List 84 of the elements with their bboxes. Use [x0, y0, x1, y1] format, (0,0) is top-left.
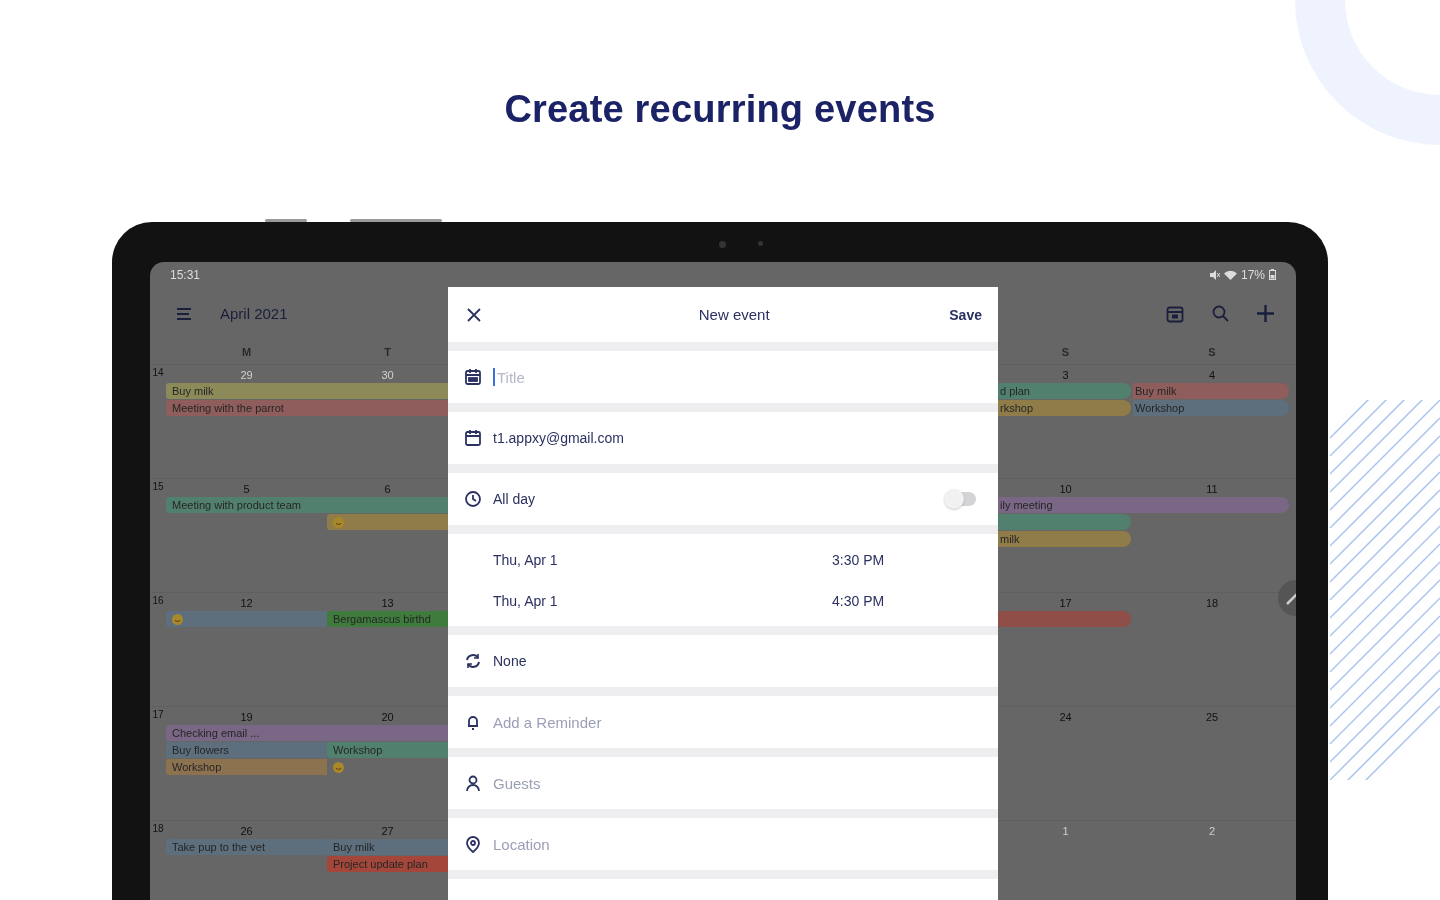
weekday-label: T [383, 346, 392, 358]
day-number: 2 [1207, 824, 1217, 839]
clock-icon [464, 490, 482, 508]
wifi-icon [1223, 269, 1237, 280]
event-bar[interactable] [166, 611, 327, 627]
event-bar[interactable]: Bergamascus birthd [327, 611, 448, 627]
weekday-label: M [240, 346, 253, 358]
battery-level: 17% [1240, 267, 1265, 282]
day-number: 10 [1058, 482, 1073, 497]
calendar-icon [464, 368, 482, 386]
person-icon [464, 774, 482, 792]
repeat-icon [464, 652, 482, 670]
day-number: 17 [1058, 596, 1073, 611]
account-label[interactable]: t1.appxy@gmail.com [493, 430, 624, 446]
event-bar[interactable]: Workshop [327, 742, 448, 758]
status-time: 15:31 [170, 267, 201, 282]
event-bar[interactable]: rkshop [998, 400, 1131, 416]
day-number: 29 [239, 368, 254, 383]
day-number: 19 [239, 710, 254, 725]
event-bar[interactable]: Buy milk [327, 839, 448, 855]
week-number: 17 [151, 709, 165, 722]
mute-icon [1208, 269, 1220, 280]
day-number: 30 [380, 368, 395, 383]
camera-dot [719, 241, 726, 248]
search-icon[interactable] [1212, 305, 1229, 322]
event-bar[interactable]: Buy milk [166, 383, 448, 399]
event-bar[interactable]: ily meeting [998, 497, 1289, 513]
event-bar[interactable]: Meeting with the parrot [166, 400, 448, 416]
start-time[interactable]: 3:30 PM [832, 551, 885, 568]
end-time[interactable]: 4:30 PM [832, 592, 885, 609]
day-number: 6 [383, 482, 392, 497]
event-bar[interactable]: Meeting with product team [166, 497, 448, 513]
day-number: 12 [239, 596, 254, 611]
day-number: 20 [380, 710, 395, 725]
event-bar[interactable]: Buy flowers [166, 742, 327, 758]
menu-icon[interactable] [176, 306, 192, 321]
headline: Create recurring events [504, 88, 936, 132]
event-bar[interactable]: Take pup to the vet [166, 839, 327, 855]
plus-icon[interactable] [1257, 305, 1274, 322]
week-number: 14 [151, 367, 165, 380]
weekday-label: S [1207, 346, 1217, 358]
day-number: 18 [1204, 596, 1220, 611]
week-number: 18 [151, 823, 165, 836]
location-label[interactable]: Location [493, 835, 550, 853]
month-title: April 2021 [220, 305, 288, 322]
event-bar[interactable]: Buy milk [1133, 383, 1289, 399]
day-number: 11 [1205, 482, 1219, 497]
week-number: 15 [151, 481, 165, 494]
smiley-icon [333, 516, 344, 528]
camera-dot [758, 241, 763, 246]
day-number: 25 [1204, 710, 1220, 725]
week-number: 16 [151, 595, 165, 608]
reminder-label[interactable]: Add a Reminder [493, 713, 602, 731]
event-bar[interactable]: Workshop [1133, 400, 1289, 416]
close-icon[interactable] [467, 307, 481, 322]
day-number: 4 [1207, 368, 1217, 383]
allday-label[interactable]: All day [493, 491, 536, 507]
day-number: 24 [1058, 710, 1073, 725]
end-date[interactable]: Thu, Apr 1 [493, 592, 832, 609]
calendar-today-icon[interactable] [1166, 304, 1184, 323]
calendar-icon [464, 429, 482, 447]
day-number: 3 [1061, 368, 1070, 383]
event-bar[interactable]: Project update plan [327, 856, 448, 872]
battery-icon [1269, 269, 1276, 280]
day-number: 26 [239, 824, 254, 839]
day-number: 27 [380, 824, 395, 839]
start-date[interactable]: Thu, Apr 1 [493, 551, 832, 568]
weekday-label: S [1060, 346, 1071, 358]
dialog-title: New event [698, 306, 770, 323]
event-bar[interactable]: d plan [998, 383, 1131, 399]
guests-label[interactable]: Guests [493, 774, 541, 792]
event-bar[interactable]: milk [998, 531, 1131, 547]
day-number: 1 [1061, 824, 1070, 839]
smiley-icon [172, 613, 183, 625]
location-pin-icon [464, 835, 482, 853]
text-cursor [493, 368, 495, 386]
smiley-icon [333, 761, 344, 773]
all-day-toggle[interactable] [946, 492, 976, 506]
save-button[interactable]: Save [947, 304, 984, 325]
day-number: 13 [380, 596, 395, 611]
event-bar[interactable]: Workshop [166, 759, 327, 775]
repeat-label[interactable]: None [493, 653, 527, 669]
event-bar[interactable]: Checking email ... [166, 725, 448, 741]
day-number: 5 [242, 482, 251, 497]
